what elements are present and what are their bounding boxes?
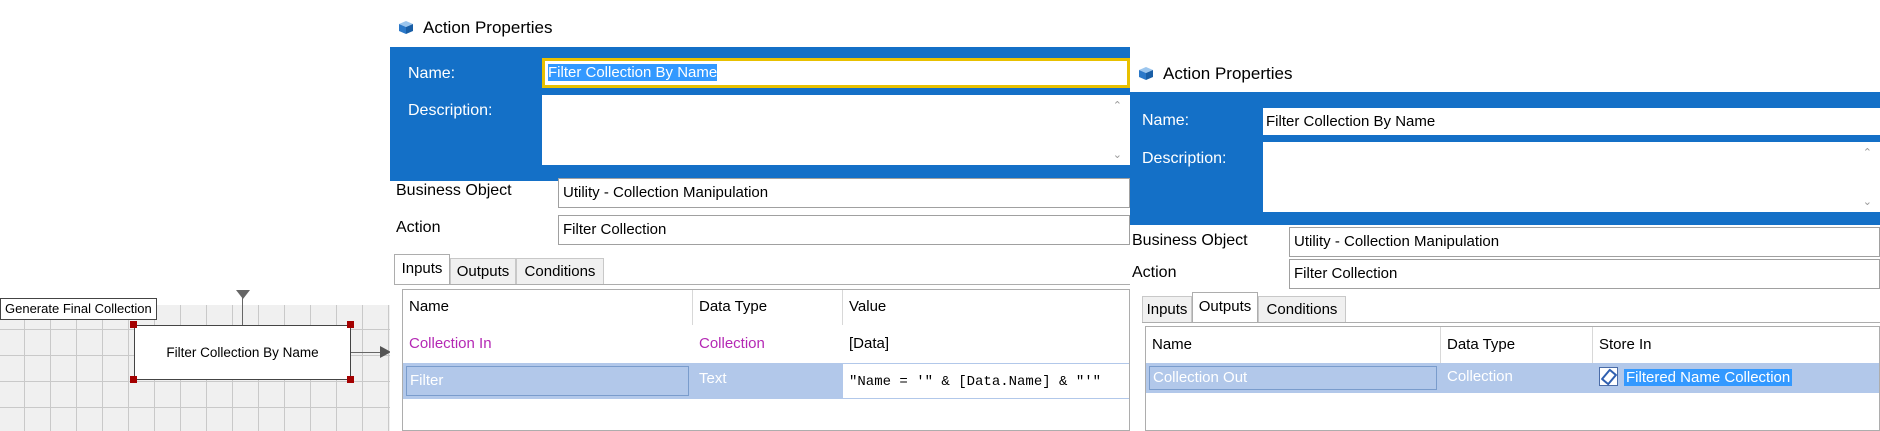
- output-name-cell: Collection Out: [1146, 363, 1441, 393]
- business-object-field[interactable]: Utility - Collection Manipulation: [1289, 227, 1880, 257]
- action-field[interactable]: Filter Collection: [558, 215, 1130, 245]
- name-description-panel: Name: Filter Collection By Name Descript…: [1130, 92, 1880, 225]
- scroll-up-icon[interactable]: ⌃: [1863, 146, 1872, 159]
- grid-header: Name Data Type Value: [403, 290, 1129, 325]
- data-item-icon[interactable]: [1599, 367, 1618, 386]
- name-label: Name:: [408, 65, 456, 82]
- action-properties-dialog-outputs: Action Properties Name: Filter Collectio…: [1130, 45, 1880, 431]
- column-header-value[interactable]: Value: [843, 290, 1129, 325]
- param-data-type: Text: [699, 370, 727, 387]
- name-description-panel: Name: Filter Collection By Name Descript…: [390, 47, 1130, 181]
- tab-outputs[interactable]: Outputs: [1192, 292, 1258, 322]
- output-name: Collection Out: [1149, 366, 1437, 390]
- outputs-grid: Name Data Type Store In Collection Out C…: [1145, 326, 1880, 431]
- name-field[interactable]: Filter Collection By Name: [1263, 108, 1880, 135]
- param-value-expression[interactable]: "Name = '" & [Data.Name] & "'": [843, 364, 1129, 398]
- column-header-store-in[interactable]: Store In: [1593, 327, 1879, 363]
- name-field-selected-text: Filter Collection By Name: [548, 64, 718, 81]
- tab-conditions[interactable]: Conditions: [516, 258, 604, 284]
- tab-outputs[interactable]: Outputs: [450, 258, 516, 284]
- resize-handle-bottom-right[interactable]: [347, 376, 354, 383]
- inputs-grid: Name Data Type Value Collection In Colle…: [402, 289, 1130, 431]
- column-header-name[interactable]: Name: [1146, 327, 1441, 363]
- dialog-title-text: Action Properties: [1163, 64, 1293, 83]
- resize-handle-top-right[interactable]: [347, 321, 354, 328]
- column-header-data-type[interactable]: Data Type: [693, 290, 843, 325]
- name-field[interactable]: Filter Collection By Name: [542, 58, 1130, 88]
- tab-inputs[interactable]: Inputs: [394, 254, 450, 284]
- tab-strip-line: [1142, 322, 1880, 323]
- param-name-cell: Filter: [403, 363, 693, 399]
- store-in-value: Filtered Name Collection: [1624, 369, 1793, 386]
- table-row-selected[interactable]: Filter Text "Name = '" & [Data.Name] & "…: [403, 363, 1129, 399]
- description-field[interactable]: ⌃ ⌄: [1263, 142, 1880, 212]
- description-label: Description:: [408, 102, 493, 119]
- business-object-field[interactable]: Utility - Collection Manipulation: [558, 178, 1130, 208]
- store-in-cell[interactable]: Filtered Name Collection: [1593, 363, 1879, 393]
- grid-header: Name Data Type Store In: [1146, 327, 1879, 363]
- business-object-label: Business Object: [396, 182, 512, 199]
- param-data-type: Collection: [699, 335, 765, 352]
- action-field[interactable]: Filter Collection: [1289, 259, 1880, 289]
- dialog-title: Action Properties: [398, 18, 552, 38]
- scroll-down-icon[interactable]: ⌄: [1863, 195, 1872, 208]
- resize-handle-top-left[interactable]: [130, 321, 137, 328]
- param-name: Filter: [406, 366, 689, 396]
- output-data-type: Collection: [1447, 368, 1513, 385]
- dialog-title-text: Action Properties: [423, 18, 553, 37]
- resize-handle-bottom-left[interactable]: [130, 376, 137, 383]
- description-field[interactable]: ⌃ ⌄: [542, 95, 1130, 165]
- stage-filter-collection-by-name[interactable]: Filter Collection By Name: [134, 325, 351, 380]
- business-object-label: Business Object: [1132, 232, 1248, 249]
- tab-inputs[interactable]: Inputs: [1142, 296, 1192, 322]
- column-header-data-type[interactable]: Data Type: [1441, 327, 1593, 363]
- scroll-down-icon[interactable]: ⌄: [1113, 148, 1122, 161]
- dialog-title: Action Properties: [1138, 64, 1292, 84]
- scroll-up-icon[interactable]: ⌃: [1113, 99, 1122, 112]
- description-label: Description:: [1142, 150, 1227, 167]
- param-value[interactable]: [Data]: [843, 325, 1129, 363]
- table-row-selected[interactable]: Collection Out Collection Filtered Name …: [1146, 363, 1879, 393]
- column-header-name[interactable]: Name: [403, 290, 693, 325]
- name-label: Name:: [1142, 112, 1190, 129]
- stage-generate-final-collection[interactable]: Generate Final Collection: [0, 298, 157, 320]
- action-label: Action: [1132, 264, 1177, 281]
- action-label: Action: [396, 219, 441, 236]
- action-properties-dialog-inputs: Action Properties Name: Filter Collectio…: [390, 0, 1130, 431]
- table-row[interactable]: Collection In Collection [Data]: [403, 325, 1129, 363]
- connector-line-out: [351, 352, 381, 353]
- param-name: Collection In: [409, 335, 492, 352]
- action-properties-icon: [399, 21, 413, 34]
- tab-conditions[interactable]: Conditions: [1258, 296, 1346, 322]
- action-properties-icon: [1139, 67, 1153, 80]
- connector-arrow-down: [236, 290, 250, 299]
